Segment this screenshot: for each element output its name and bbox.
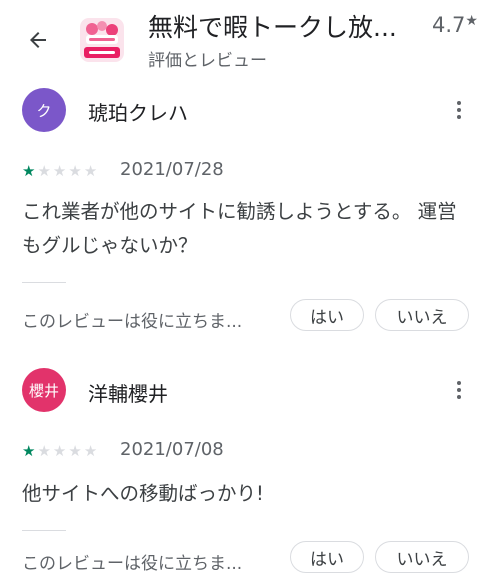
- star-icon: ★: [83, 442, 98, 460]
- helpful-prompt: このレビューは役に立ちま...: [22, 312, 243, 332]
- star-icon: ★: [83, 162, 98, 180]
- star-rating: ★ ★ ★ ★ ★: [22, 163, 97, 179]
- helpful-yes-button[interactable]: はい: [290, 299, 364, 331]
- star-icon: ★: [68, 442, 82, 460]
- star-icon: ★: [465, 13, 478, 29]
- helpful-no-button[interactable]: いいえ: [375, 541, 469, 573]
- avatar: ク: [22, 88, 66, 132]
- more-options-button[interactable]: [444, 373, 474, 407]
- app-title: 無料で暇トークし放...: [148, 13, 397, 42]
- divider: [22, 530, 66, 531]
- star-icon: ★: [52, 162, 67, 180]
- helpful-yes-button[interactable]: はい: [290, 541, 364, 573]
- overall-rating-value: 4.7: [432, 13, 466, 37]
- helpful-prompt: このレビューは役に立ちま...: [22, 554, 243, 574]
- back-button[interactable]: [18, 24, 58, 56]
- review-text: これ業者が他のサイトに勧誘しようとする。 運営もグルじゃないか？: [22, 200, 457, 257]
- reviewer-name: 洋輔櫻井: [88, 382, 168, 406]
- divider: [22, 282, 66, 283]
- star-icon: ★: [22, 442, 36, 460]
- reviewer-name: 琥珀クレハ: [88, 101, 188, 125]
- star-icon: ★: [68, 162, 82, 180]
- app-header: 無料で暇トークし放... 評価とレビュー 4.7★: [0, 0, 491, 80]
- star-rating: ★ ★ ★ ★ ★: [22, 443, 97, 459]
- star-icon: ★: [52, 442, 67, 460]
- more-options-button[interactable]: [444, 93, 474, 127]
- star-icon: ★: [37, 162, 51, 180]
- arrow-back-icon: [30, 32, 46, 48]
- star-icon: ★: [37, 442, 51, 460]
- review-date: 2021/07/28: [120, 159, 224, 180]
- review-text: 他サイトへの移動ばっかり!: [22, 482, 264, 505]
- star-icon: ★: [22, 162, 36, 180]
- avatar: 櫻井: [22, 368, 66, 412]
- page-subtitle: 評価とレビュー: [148, 51, 267, 71]
- app-logo-icon[interactable]: [80, 18, 124, 62]
- helpful-no-button[interactable]: いいえ: [375, 299, 469, 331]
- review-date: 2021/07/08: [120, 439, 224, 460]
- overall-rating: 4.7★: [432, 13, 478, 37]
